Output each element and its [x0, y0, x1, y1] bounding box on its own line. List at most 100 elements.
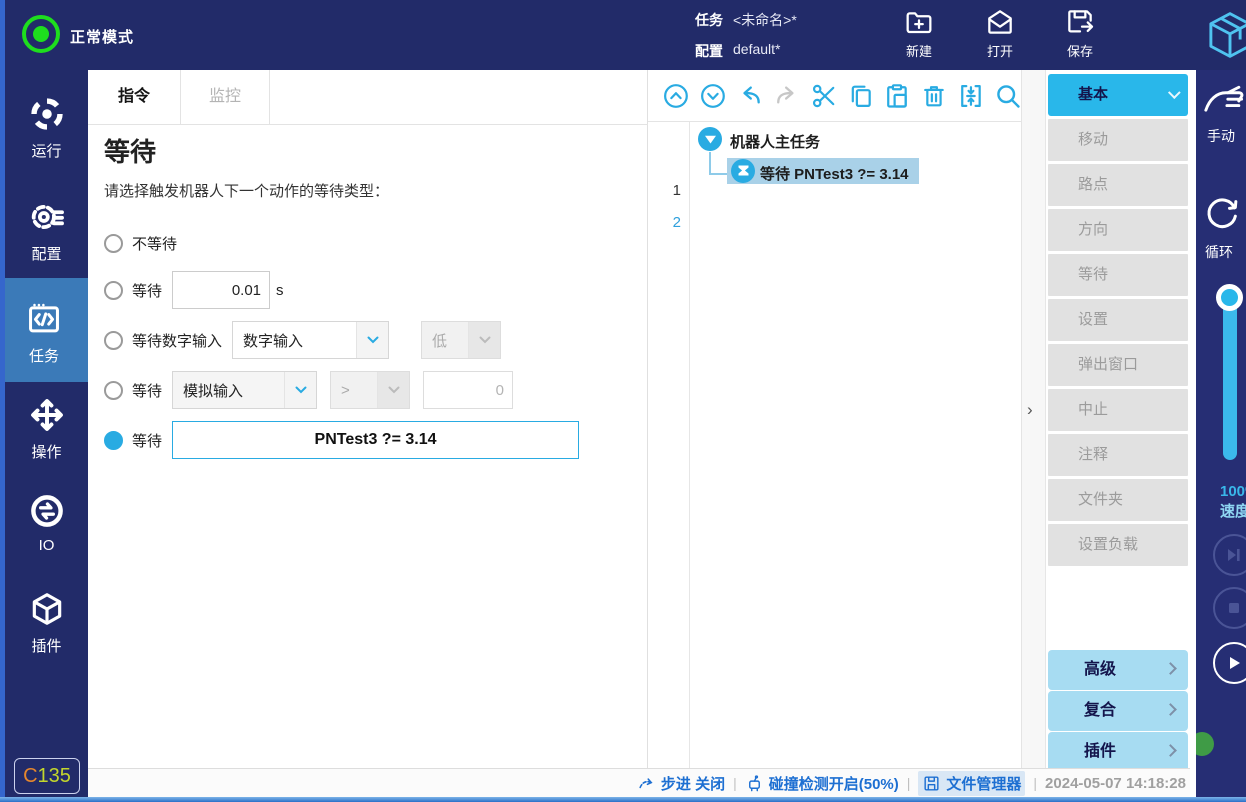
chevron-right-icon [1164, 662, 1177, 675]
category-group-composite[interactable]: 复合 [1048, 691, 1188, 731]
collapse-icon[interactable] [957, 82, 985, 110]
option-row-no-wait: 不等待 [104, 223, 644, 263]
tree-row-wait-label[interactable]: 等待 PNTest3 ?= 3.14 [760, 163, 909, 184]
category-item-wait[interactable]: 等待 [1048, 254, 1188, 296]
page-title: 等待 [104, 132, 156, 169]
tab-monitor[interactable]: 监控 [181, 70, 270, 125]
file-manager-icon [922, 774, 941, 793]
speed-label: 速度 [1220, 500, 1246, 521]
sidebar-item-operate[interactable]: 操作 [5, 396, 88, 462]
tree-connector [709, 152, 711, 175]
manual-hand-icon[interactable] [1204, 84, 1246, 118]
panel-expand-handle[interactable]: › [1022, 70, 1046, 768]
wait-expression-input[interactable]: PNTest3 ?= 3.14 [172, 421, 579, 459]
paste-icon[interactable] [883, 82, 911, 110]
digital-input-value: 数字输入 [233, 330, 356, 351]
digital-input-select[interactable]: 数字输入 [232, 321, 389, 359]
category-item-popup[interactable]: 弹出窗口 [1048, 344, 1188, 386]
category-item-abort[interactable]: 中止 [1048, 389, 1188, 431]
delete-icon[interactable] [920, 82, 948, 110]
sidebar-item-config[interactable]: 配置 [5, 198, 88, 264]
radio-wait-time[interactable] [104, 281, 123, 300]
task-code-icon [25, 300, 63, 338]
tree-row-root-label[interactable]: 机器人主任务 [730, 131, 820, 152]
speed-slider-track[interactable] [1223, 300, 1237, 460]
step-forward-button[interactable] [1213, 534, 1246, 576]
analog-operator-select[interactable]: > [330, 371, 410, 409]
sidebar-item-io[interactable]: IO [5, 492, 88, 554]
category-item-comment[interactable]: 注释 [1048, 434, 1188, 476]
analog-input-value: 模拟输入 [173, 380, 284, 401]
option-label: 等待数字输入 [132, 330, 222, 351]
move-down-icon[interactable] [699, 82, 727, 110]
task-tree-panel: 1 2 机器人主任务 等待 PNTest3 ?= 3.14 [648, 70, 1022, 768]
wait-node-icon[interactable] [731, 159, 755, 183]
tree-expander-root[interactable] [698, 127, 722, 151]
left-edge-accent [0, 0, 5, 802]
speed-slider-knob[interactable] [1216, 284, 1243, 311]
cut-icon[interactable] [810, 82, 838, 110]
category-item-direction[interactable]: 方向 [1048, 209, 1188, 251]
new-task-label: 新建 [887, 41, 951, 60]
undo-icon[interactable] [736, 82, 764, 110]
move-up-icon[interactable] [662, 82, 690, 110]
speed-percent-value: 100% [1220, 483, 1246, 500]
plugin-cube-icon [28, 590, 66, 628]
sidebar-item-label: 任务 [0, 345, 88, 366]
sidebar-item-run[interactable]: 运行 [5, 95, 88, 161]
radio-no-wait[interactable] [104, 234, 123, 253]
category-item-folder[interactable]: 文件夹 [1048, 479, 1188, 521]
category-group-plugin[interactable]: 插件 [1048, 732, 1188, 772]
status-bar: 步进 关闭 | 碰撞检测开启(50%) | 文件管理器 | 2024-05-07… [88, 768, 1190, 797]
io-icon [28, 492, 66, 530]
category-item-payload[interactable]: 设置负载 [1048, 524, 1188, 566]
open-task-label: 打开 [968, 41, 1032, 60]
radio-wait-expression[interactable] [104, 431, 123, 450]
copy-icon[interactable] [847, 82, 875, 110]
loop-icon[interactable] [1202, 192, 1242, 232]
radio-wait-analog[interactable] [104, 381, 123, 400]
chevron-right-icon [1164, 744, 1177, 757]
analog-threshold-input[interactable] [423, 371, 513, 409]
bottom-edge-accent [0, 797, 1246, 802]
chevron-right-icon: › [1027, 400, 1033, 420]
chevron-down-icon [377, 372, 409, 408]
search-icon[interactable] [994, 82, 1022, 110]
category-item-move[interactable]: 移动 [1048, 119, 1188, 161]
save-task-button[interactable]: 保存 [1048, 6, 1112, 66]
collision-detect-status[interactable]: 碰撞检测开启(50%) [745, 773, 899, 794]
file-manager-button[interactable]: 文件管理器 [918, 771, 1025, 796]
app-window: 正常模式 任务 <未命名>* 配置 default* 新建 打开 保 [0, 0, 1246, 802]
redo-icon[interactable] [773, 82, 801, 110]
step-mode-status[interactable]: 步进 关闭 [637, 773, 725, 794]
sidebar-item-label: IO [5, 537, 88, 554]
sidebar-item-task[interactable]: 任务 [0, 278, 88, 382]
new-task-button[interactable]: 新建 [887, 6, 951, 66]
sidebar-item-plugin[interactable]: 插件 [5, 590, 88, 656]
option-label: 等待 [132, 380, 162, 401]
radio-wait-digital[interactable] [104, 331, 123, 350]
open-task-button[interactable]: 打开 [968, 6, 1032, 66]
config-name-value: default* [733, 41, 780, 57]
wait-time-unit: s [276, 282, 284, 299]
category-group-advanced[interactable]: 高级 [1048, 650, 1188, 690]
analog-input-select[interactable]: 模拟输入 [172, 371, 317, 409]
digital-level-select[interactable]: 低 [421, 321, 501, 359]
brand-cube-icon [1202, 8, 1246, 62]
stop-button[interactable] [1213, 587, 1246, 629]
controller-code-badge[interactable]: C135 [14, 758, 80, 794]
line-number: 2 [673, 214, 681, 231]
chevron-down-icon [468, 322, 500, 358]
manual-mode-label: 手动 [1207, 126, 1235, 146]
category-item-set[interactable]: 设置 [1048, 299, 1188, 341]
mode-label: 正常模式 [70, 26, 134, 47]
category-item-waypoint[interactable]: 路点 [1048, 164, 1188, 206]
sidebar-item-label: 配置 [5, 243, 88, 264]
line-number: 1 [673, 182, 681, 199]
play-button[interactable] [1213, 642, 1246, 684]
tab-instruction[interactable]: 指令 [88, 70, 181, 125]
chevron-right-icon [1164, 703, 1177, 716]
category-basic[interactable]: 基本 [1048, 74, 1188, 116]
wait-time-input[interactable] [172, 271, 270, 309]
wait-type-description: 请选择触发机器人下一个动作的等待类型： [104, 180, 389, 201]
